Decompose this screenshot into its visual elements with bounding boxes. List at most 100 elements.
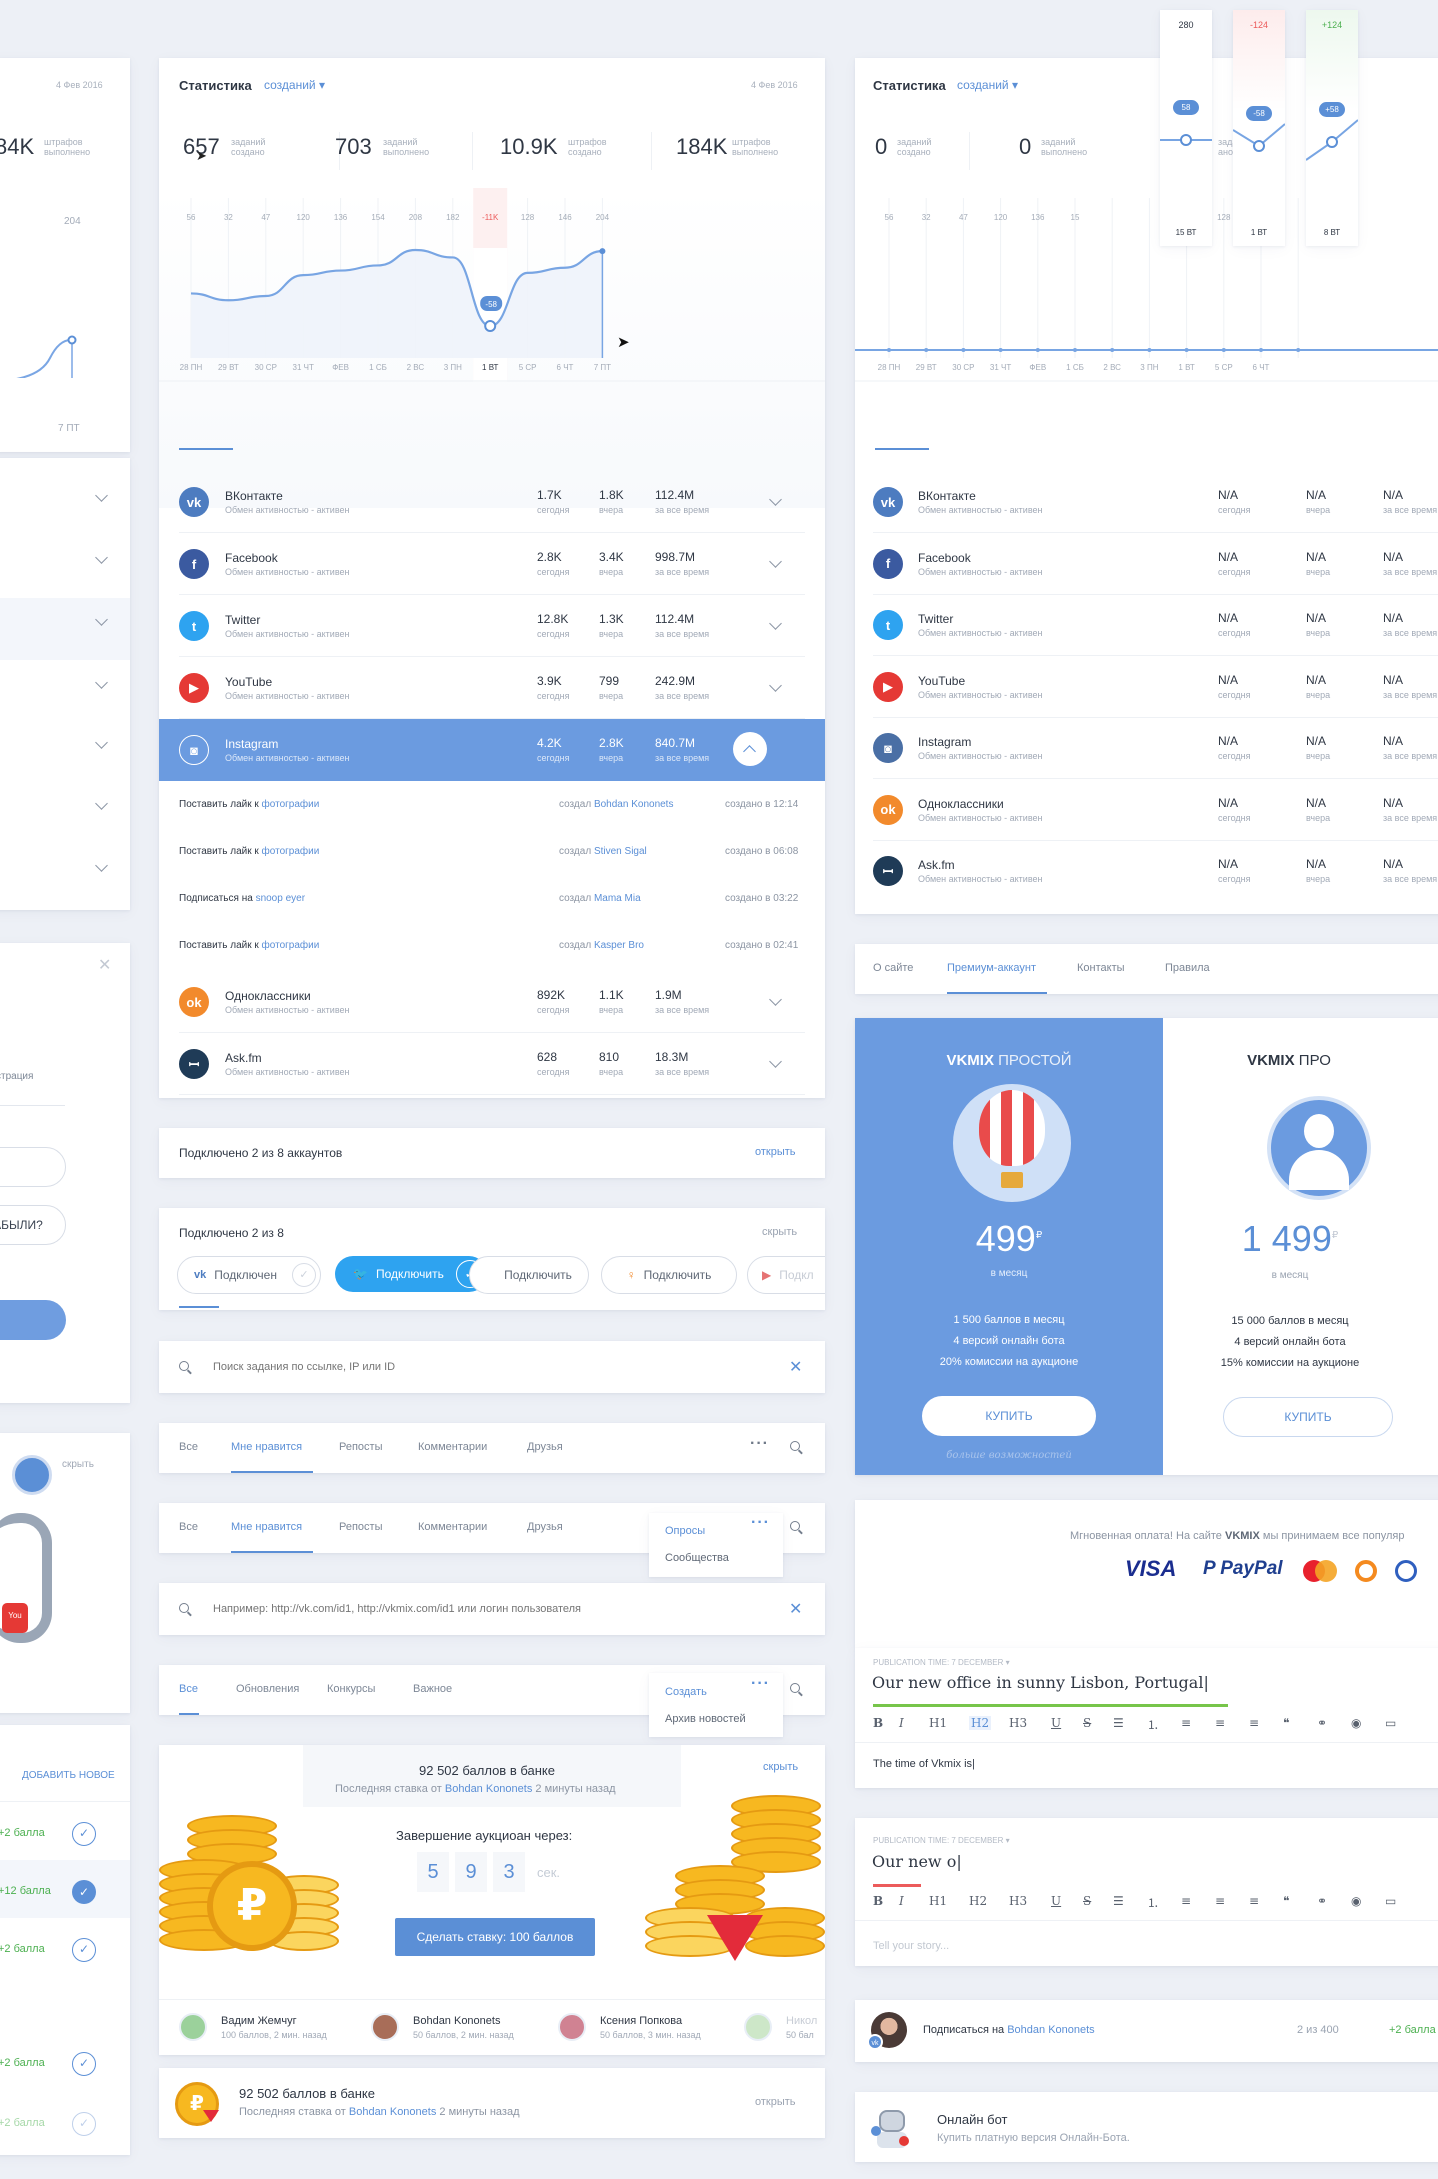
chevron-down-icon[interactable]	[95, 797, 108, 810]
tab-premium[interactable]: Премиум-аккаунт	[947, 962, 1036, 974]
link-icon[interactable]: ⚭	[1317, 1716, 1327, 1730]
list-icon[interactable]: ☰	[1113, 1894, 1124, 1908]
list-icon[interactable]: ☰	[1113, 1716, 1124, 1730]
format-button[interactable]: H3	[1009, 1894, 1027, 1908]
tab-2[interactable]: Конкурсы	[327, 1683, 375, 1695]
format-button[interactable]: H1	[929, 1716, 947, 1730]
chip-facebook[interactable]: Подключить	[469, 1256, 589, 1294]
registration-tab[interactable]: страция	[0, 1071, 33, 1082]
login-input[interactable]	[0, 1147, 66, 1187]
menu-item-create[interactable]: Создать	[665, 1686, 707, 1698]
buy-button[interactable]: КУПИТЬ	[922, 1396, 1096, 1436]
check-icon[interactable]: ✓	[72, 1822, 96, 1846]
highlight-point[interactable]	[484, 320, 497, 332]
more-icon[interactable]: ···	[751, 1675, 770, 1693]
chevron-down-icon[interactable]	[769, 679, 782, 692]
chevron-down-icon[interactable]	[769, 617, 782, 630]
chevron-down-icon[interactable]	[769, 993, 782, 1006]
open-link[interactable]: открыть	[755, 2096, 796, 2108]
quote-icon[interactable]: ❝	[1283, 1894, 1289, 1908]
hide-link[interactable]: скрыть	[762, 1226, 797, 1238]
network-row[interactable]: ▶ YouTube Обмен активностью - активен N/A се…	[855, 656, 1438, 718]
tab-0[interactable]: Все	[179, 1441, 198, 1453]
tab-0[interactable]: Все	[179, 1521, 198, 1533]
post-body-input[interactable]: Tell your story...	[873, 1940, 949, 1952]
tab-1[interactable]: Обновления	[236, 1683, 299, 1695]
network-row[interactable]: f Facebook Обмен активностью - активен N/A с…	[855, 533, 1438, 595]
network-row[interactable]: ok Одноклассники Обмен активностью - актив…	[159, 971, 825, 1033]
search-icon[interactable]	[790, 1521, 800, 1531]
search-input[interactable]	[213, 1355, 753, 1379]
value-popup[interactable]: +124 +58 8 ВТ	[1306, 10, 1358, 246]
camera-icon[interactable]: ◉	[1351, 1716, 1361, 1730]
tab-2[interactable]: Репосты	[339, 1441, 383, 1453]
network-row[interactable]: ▶ YouTube Обмен активностью - активен 3.9K с…	[159, 657, 825, 719]
search-icon[interactable]	[790, 1683, 800, 1693]
chevron-down-icon[interactable]	[769, 493, 782, 506]
tab-1[interactable]: Мне нравится	[231, 1441, 302, 1453]
tab-0[interactable]: Все	[179, 1683, 198, 1695]
chip-youtube[interactable]: ▶ Подкл	[747, 1256, 825, 1294]
selected-row[interactable]	[0, 598, 130, 660]
chip-twitter-active[interactable]: 🐦Подключить✓	[335, 1256, 487, 1292]
value-popup[interactable]: 280 58 15 ВТ	[1160, 10, 1212, 246]
link-icon[interactable]: ⚭	[1317, 1894, 1327, 1908]
value-popup[interactable]: -124 -58 1 ВТ	[1233, 10, 1285, 246]
hide-link[interactable]: скрыть	[763, 1761, 798, 1773]
format-button[interactable]: H2	[969, 1716, 992, 1730]
menu-item-communities[interactable]: Сообщества	[665, 1552, 729, 1564]
chip-vk[interactable]: vk Подключен ✓	[177, 1256, 321, 1294]
network-row[interactable]: ◙ Instagram Обмен активностью - активен 4.2…	[159, 719, 825, 781]
align-right-icon[interactable]: ≡	[1249, 1894, 1259, 1908]
search-icon[interactable]	[790, 1441, 800, 1451]
video-icon[interactable]: ▭	[1385, 1716, 1396, 1730]
chevron-down-icon[interactable]	[769, 555, 782, 568]
buy-button[interactable]: КУПИТЬ	[1223, 1397, 1393, 1437]
format-button[interactable]: I	[899, 1894, 904, 1908]
check-icon[interactable]: ✓	[72, 2052, 96, 2076]
activity-row[interactable]: Поставить лайк к фотографии создал Stiven…	[159, 830, 825, 877]
hide-link[interactable]: скрыть	[62, 1459, 94, 1470]
chevron-down-icon[interactable]	[95, 551, 108, 564]
format-button[interactable]: H1	[929, 1894, 947, 1908]
bid-button[interactable]: Сделать ставку: 100 баллов	[395, 1918, 595, 1956]
numbered-list-icon[interactable]: ⒈	[1147, 1716, 1159, 1733]
more-link[interactable]: больше возможностей	[855, 1450, 1163, 1461]
user-search-input[interactable]	[213, 1597, 753, 1621]
format-button[interactable]: U	[1051, 1716, 1061, 1730]
align-center-icon[interactable]: ≡	[1215, 1716, 1225, 1730]
network-row[interactable]: vk ВКонтакте Обмен активностью - активен N/…	[855, 471, 1438, 533]
align-center-icon[interactable]: ≡	[1215, 1894, 1225, 1908]
tab-3[interactable]: Важное	[413, 1683, 452, 1695]
format-button[interactable]: B	[873, 1894, 883, 1908]
format-button[interactable]: S	[1083, 1716, 1091, 1730]
close-icon[interactable]: ✕	[98, 955, 111, 975]
align-left-icon[interactable]: ≡	[1181, 1716, 1191, 1730]
video-icon[interactable]: ▭	[1385, 1894, 1396, 1908]
chevron-down-icon[interactable]	[95, 489, 108, 502]
post-body-input[interactable]: The time of Vkmix is|	[873, 1758, 975, 1770]
tab-rules[interactable]: Правила	[1165, 962, 1210, 974]
format-button[interactable]: H2	[969, 1894, 987, 1908]
activity-row[interactable]: Подписаться на snoop eyer создал Mama Mia…	[159, 877, 825, 924]
more-icon[interactable]: ···	[750, 1435, 769, 1453]
check-icon[interactable]: ✓	[72, 1880, 96, 1904]
activity-row[interactable]: Поставить лайк к фотографии создал Bohdan…	[159, 783, 825, 830]
clear-icon[interactable]: ✕	[789, 1599, 802, 1619]
tab-3[interactable]: Комментарии	[418, 1521, 487, 1533]
tab-contacts[interactable]: Контакты	[1077, 962, 1125, 974]
format-button[interactable]: B	[873, 1716, 883, 1730]
check-icon[interactable]: ✓	[72, 1938, 96, 1962]
tab-1[interactable]: Мне нравится	[231, 1521, 302, 1533]
chevron-down-icon[interactable]	[95, 676, 108, 689]
activity-row[interactable]: Поставить лайк к фотографии создал Kasper…	[159, 924, 825, 971]
camera-icon[interactable]: ◉	[1351, 1894, 1361, 1908]
network-row[interactable]: t Twitter Обмен активностью - активен N/A се…	[855, 594, 1438, 656]
type-dropdown[interactable]: созданий ▾	[264, 78, 325, 92]
check-icon[interactable]: ✓	[72, 2112, 96, 2136]
quote-icon[interactable]: ❝	[1283, 1716, 1289, 1730]
network-row[interactable]: ◙ Instagram Обмен активностью - активен N/A…	[855, 717, 1438, 779]
network-row[interactable]: ꟷ Ask.fm Обмен активностью - активен N/A сег…	[855, 840, 1438, 902]
chip-odnoklassniki[interactable]: ♀ Подключить	[601, 1256, 737, 1294]
post-title-input[interactable]: Our new o|	[872, 1852, 962, 1871]
